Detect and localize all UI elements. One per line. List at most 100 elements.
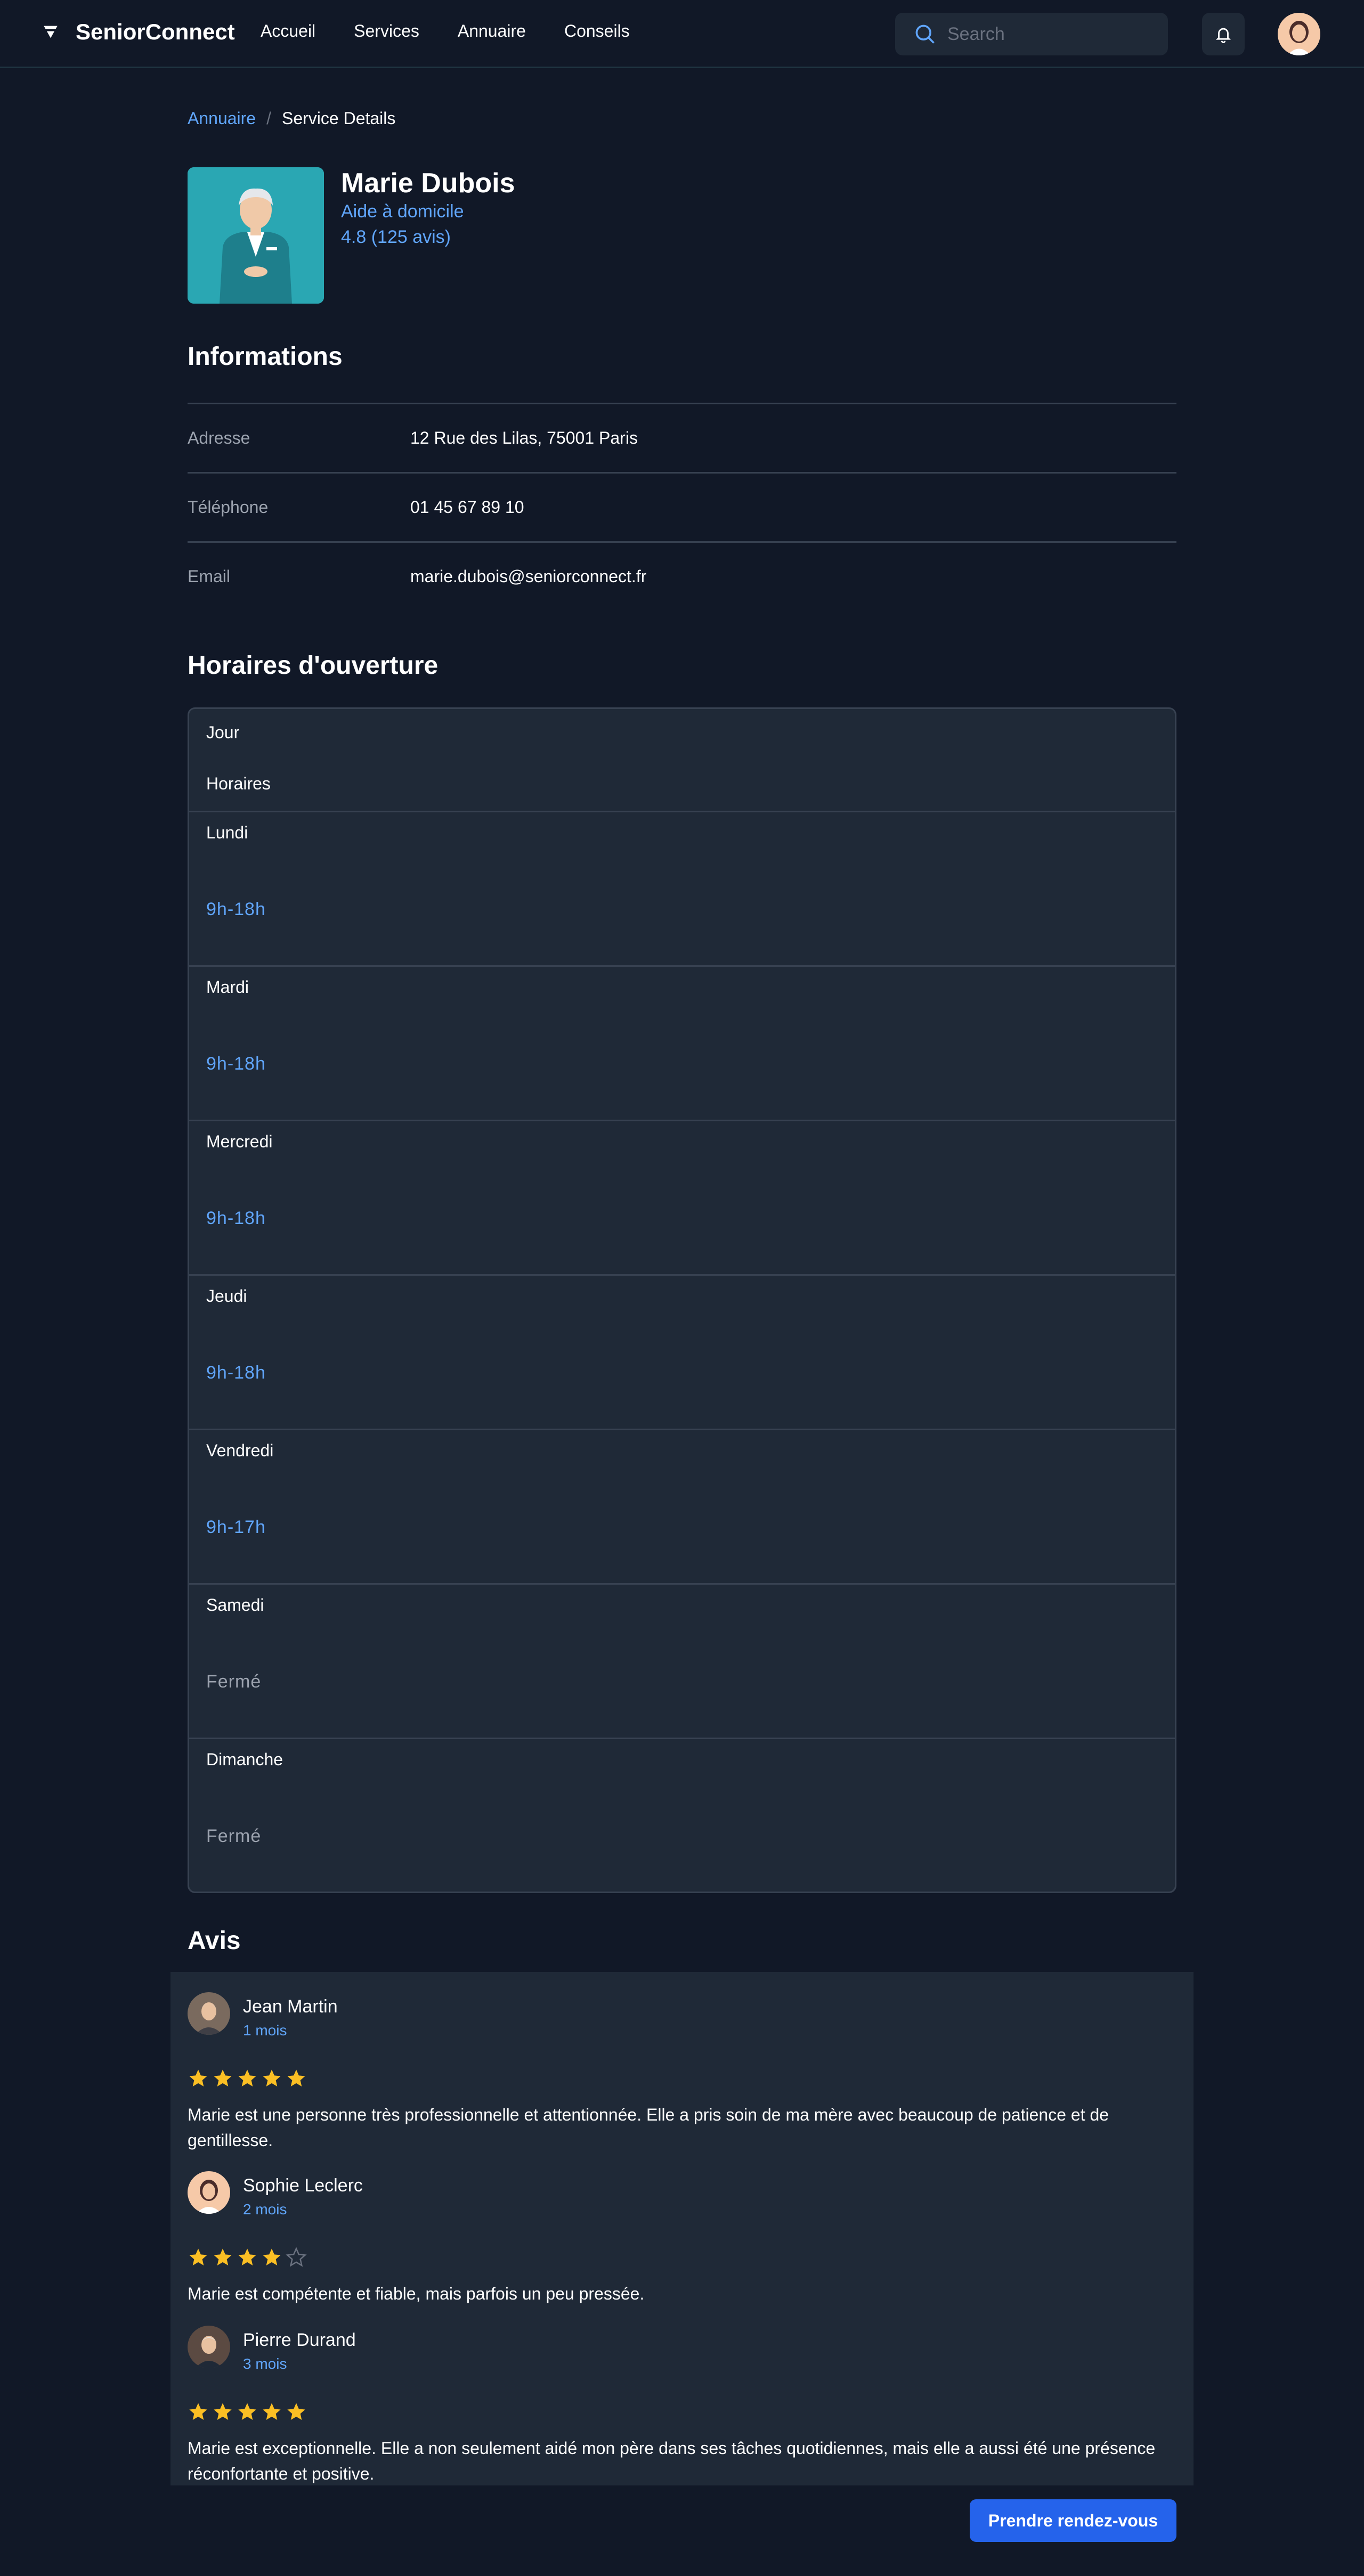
star-filled-icon — [238, 2069, 256, 2086]
search-box[interactable] — [895, 13, 1168, 55]
star-filled-icon — [287, 2069, 305, 2086]
search-icon — [915, 25, 935, 44]
hours-time: 9h-18h — [206, 1363, 266, 1383]
info-label: Email — [188, 567, 231, 586]
reviewer-avatar — [188, 1992, 230, 2035]
nav-annuaire[interactable]: Annuaire — [458, 21, 526, 41]
hours-time: Fermé — [206, 1672, 262, 1692]
star-filled-icon — [189, 2069, 207, 2086]
info-value: 12 Rue des Lilas, 75001 Paris — [410, 428, 638, 447]
info-section-title: Informations — [188, 343, 343, 371]
nav-conseils[interactable]: Conseils — [564, 21, 630, 41]
star-filled-icon — [189, 2248, 207, 2265]
info-label: Téléphone — [188, 498, 269, 517]
hours-day: Jeudi — [206, 1286, 247, 1306]
hours-row: Mercredi 9h-18h — [189, 1121, 1175, 1276]
breadcrumb-separator: / — [266, 109, 271, 128]
info-value[interactable]: 01 45 67 89 10 — [410, 498, 524, 517]
hours-row: Jeudi 9h-18h — [189, 1276, 1175, 1430]
column-header-day: Jour — [206, 723, 240, 742]
user-avatar[interactable] — [1278, 13, 1320, 55]
reviews-section-title: Avis — [188, 1927, 241, 1955]
hours-day: Mardi — [206, 977, 249, 997]
profile-role: Aide à domicile — [341, 201, 464, 222]
review-text: Marie est une personne très professionne… — [188, 2105, 1109, 2150]
reviews-list: Jean Martin 1 mois Marie est une personn… — [170, 1972, 1194, 2485]
profile-rating: 4.8 (125 avis) — [341, 227, 451, 247]
book-appointment-button[interactable]: Prendre rendez-vous — [970, 2499, 1176, 2542]
reviewer-avatar — [188, 2326, 230, 2368]
hours-table-header: Jour Horaires — [189, 709, 1175, 812]
star-filled-icon — [238, 2248, 256, 2265]
breadcrumb: Annuaire / Service Details — [188, 109, 395, 128]
top-navbar: SeniorConnect Accueil Services Annuaire … — [0, 0, 1364, 68]
rating-stars — [188, 2068, 310, 2089]
nav-services[interactable]: Services — [354, 21, 419, 41]
avatar-man-icon — [188, 2326, 230, 2368]
review-item: Pierre Durand 3 mois Marie est exception… — [188, 2326, 1176, 2483]
review-text: Marie est exceptionnelle. Elle a non seu… — [188, 2439, 1156, 2483]
breadcrumb-current: Service Details — [281, 109, 396, 128]
review-time: 3 mois — [243, 2355, 287, 2372]
nav-accueil[interactable]: Accueil — [261, 21, 315, 41]
hours-row: Samedi Fermé — [189, 1585, 1175, 1739]
avatar-man-icon — [188, 1992, 230, 2035]
review-text: Marie est compétente et fiable, mais par… — [188, 2284, 645, 2303]
brand-name: SeniorConnect — [76, 19, 235, 44]
star-filled-icon — [238, 2403, 256, 2420]
star-filled-icon — [214, 2403, 232, 2420]
main-nav: Accueil Services Annuaire Conseils — [261, 21, 668, 41]
hours-row: Vendredi 9h-17h — [189, 1430, 1175, 1585]
hours-day: Lundi — [206, 823, 248, 842]
info-row-email: Email marie.dubois@seniorconnect.fr — [188, 541, 1176, 610]
brand[interactable]: SeniorConnect — [42, 19, 235, 45]
hours-day: Samedi — [206, 1595, 264, 1615]
search-input[interactable] — [947, 23, 1160, 45]
hours-row: Mardi 9h-18h — [189, 967, 1175, 1121]
star-filled-icon — [263, 2403, 281, 2420]
logo-icon — [44, 26, 58, 38]
review-item: Jean Martin 1 mois Marie est une personn… — [188, 1992, 1176, 2150]
star-empty-icon — [286, 2247, 307, 2267]
reviewer-name: Sophie Leclerc — [243, 2175, 363, 2196]
review-time: 1 mois — [243, 2022, 287, 2039]
breadcrumb-annuaire[interactable]: Annuaire — [188, 109, 256, 128]
notifications-button[interactable] — [1202, 13, 1245, 55]
hours-day: Mercredi — [206, 1132, 273, 1151]
info-label: Adresse — [188, 428, 250, 447]
hours-time: 9h-18h — [206, 1054, 266, 1074]
info-row-address: Adresse 12 Rue des Lilas, 75001 Paris — [188, 403, 1176, 472]
hours-time: Fermé — [206, 1826, 262, 1846]
star-filled-icon — [189, 2403, 207, 2420]
rating-stars — [188, 2401, 310, 2423]
hours-row: Lundi 9h-18h — [189, 812, 1175, 967]
info-value[interactable]: marie.dubois@seniorconnect.fr — [410, 567, 646, 586]
rating-stars — [188, 2247, 310, 2268]
hours-table: Jour Horaires Lundi 9h-18h Mardi 9h-18h … — [188, 707, 1176, 1893]
bell-icon — [1215, 28, 1231, 43]
star-filled-icon — [214, 2069, 232, 2086]
star-filled-icon — [287, 2403, 305, 2420]
hours-time: 9h-18h — [206, 1208, 266, 1228]
review-time: 2 mois — [243, 2201, 287, 2218]
avatar-woman-icon — [188, 2171, 230, 2214]
profile-photo — [188, 167, 324, 304]
hours-day: Vendredi — [206, 1441, 274, 1460]
reviewer-name: Jean Martin — [243, 1996, 338, 2017]
profile-name: Marie Dubois — [341, 168, 515, 199]
hours-time: 9h-18h — [206, 899, 266, 919]
star-filled-icon — [263, 2069, 281, 2086]
review-item: Sophie Leclerc 2 mois Marie est compéten… — [188, 2171, 1176, 2303]
hours-section-title: Horaires d'ouverture — [188, 651, 439, 680]
star-filled-icon — [263, 2248, 281, 2265]
reviewer-name: Pierre Durand — [243, 2330, 356, 2350]
info-row-phone: Téléphone 01 45 67 89 10 — [188, 472, 1176, 541]
avatar-woman-icon — [1278, 13, 1320, 55]
column-header-hours: Horaires — [206, 774, 271, 793]
hours-time: 9h-17h — [206, 1517, 266, 1537]
reviewer-avatar — [188, 2171, 230, 2214]
hours-row: Dimanche Fermé — [189, 1739, 1175, 1892]
hours-day: Dimanche — [206, 1750, 283, 1769]
caregiver-illustration — [188, 167, 324, 304]
star-filled-icon — [214, 2248, 232, 2265]
